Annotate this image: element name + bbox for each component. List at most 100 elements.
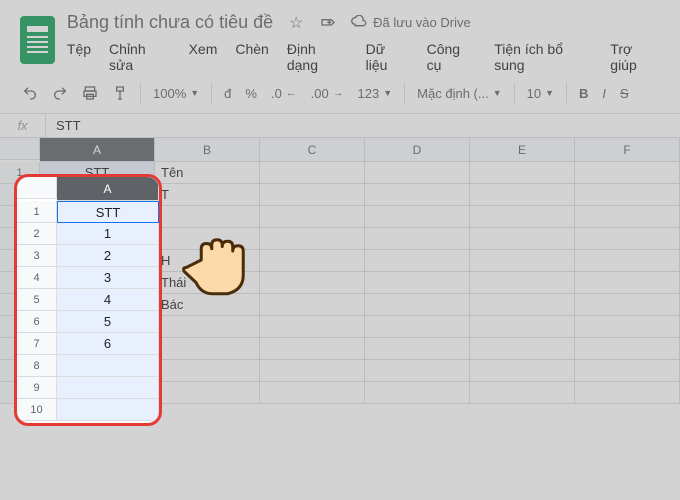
cell[interactable] bbox=[155, 316, 260, 338]
cell[interactable] bbox=[365, 382, 470, 404]
font-select[interactable]: Mặc định (...▼ bbox=[415, 84, 503, 103]
increase-decimal-button[interactable]: .00→ bbox=[309, 84, 346, 103]
cell[interactable] bbox=[470, 162, 575, 184]
cell[interactable] bbox=[575, 206, 680, 228]
cell[interactable]: 1 bbox=[57, 223, 159, 245]
cell[interactable]: 4 bbox=[57, 289, 159, 311]
undo-button[interactable] bbox=[20, 83, 40, 103]
cell[interactable] bbox=[260, 294, 365, 316]
cell[interactable] bbox=[365, 272, 470, 294]
currency-button[interactable]: đ bbox=[222, 84, 233, 103]
row-header[interactable]: 7 bbox=[17, 333, 57, 355]
move-icon[interactable] bbox=[319, 14, 337, 32]
cell[interactable]: H bbox=[155, 250, 260, 272]
cell[interactable] bbox=[57, 377, 159, 399]
cell[interactable] bbox=[365, 338, 470, 360]
cell[interactable]: STT bbox=[57, 201, 159, 223]
cell[interactable] bbox=[365, 316, 470, 338]
cell[interactable] bbox=[575, 316, 680, 338]
col-header-F[interactable]: F bbox=[575, 138, 680, 162]
col-header-A[interactable]: A bbox=[40, 138, 155, 162]
menu-insert[interactable]: Chèn bbox=[235, 41, 268, 73]
cell[interactable] bbox=[575, 272, 680, 294]
select-all-corner[interactable] bbox=[17, 177, 57, 199]
cell[interactable] bbox=[575, 228, 680, 250]
col-header-B[interactable]: B bbox=[155, 138, 260, 162]
cell[interactable]: Thái bbox=[155, 272, 260, 294]
cell[interactable] bbox=[260, 184, 365, 206]
cell[interactable]: Tên bbox=[155, 162, 260, 184]
cell[interactable] bbox=[365, 250, 470, 272]
menu-tools[interactable]: Công cụ bbox=[427, 41, 477, 73]
menu-file[interactable]: Tệp bbox=[67, 41, 91, 73]
cell[interactable] bbox=[470, 184, 575, 206]
cell[interactable] bbox=[470, 338, 575, 360]
col-header-E[interactable]: E bbox=[470, 138, 575, 162]
cell[interactable]: Bác bbox=[155, 294, 260, 316]
cell[interactable] bbox=[575, 184, 680, 206]
number-format-select[interactable]: 123▼ bbox=[356, 84, 395, 103]
italic-button[interactable]: I bbox=[600, 84, 608, 103]
cell[interactable] bbox=[57, 399, 159, 421]
row-header[interactable]: 3 bbox=[17, 245, 57, 267]
cell[interactable] bbox=[575, 250, 680, 272]
star-icon[interactable]: ☆ bbox=[287, 14, 305, 32]
print-button[interactable] bbox=[80, 83, 100, 103]
row-header[interactable]: 1 bbox=[17, 201, 57, 223]
menu-addons[interactable]: Tiện ích bổ sung bbox=[494, 41, 592, 73]
cell[interactable] bbox=[470, 382, 575, 404]
cell[interactable]: 6 bbox=[57, 333, 159, 355]
cell[interactable] bbox=[470, 316, 575, 338]
cell[interactable] bbox=[260, 272, 365, 294]
cell[interactable] bbox=[260, 228, 365, 250]
row-header[interactable]: 4 bbox=[17, 267, 57, 289]
menu-view[interactable]: Xem bbox=[189, 41, 218, 73]
cell[interactable] bbox=[575, 338, 680, 360]
cell[interactable] bbox=[470, 294, 575, 316]
cell[interactable] bbox=[155, 338, 260, 360]
cell[interactable] bbox=[365, 228, 470, 250]
cell[interactable] bbox=[260, 360, 365, 382]
redo-button[interactable] bbox=[50, 83, 70, 103]
cell[interactable] bbox=[365, 206, 470, 228]
cell[interactable]: 3 bbox=[57, 267, 159, 289]
menu-format[interactable]: Định dạng bbox=[287, 41, 348, 73]
col-header-D[interactable]: D bbox=[365, 138, 470, 162]
cell[interactable] bbox=[470, 206, 575, 228]
font-size-select[interactable]: 10▼ bbox=[525, 84, 556, 103]
row-header[interactable]: 8 bbox=[17, 355, 57, 377]
row-header[interactable]: 9 bbox=[17, 377, 57, 399]
percent-button[interactable]: % bbox=[243, 84, 259, 103]
cell[interactable] bbox=[155, 382, 260, 404]
cell[interactable]: 2 bbox=[57, 245, 159, 267]
cell[interactable] bbox=[260, 382, 365, 404]
decrease-decimal-button[interactable]: .0← bbox=[269, 84, 299, 103]
cell[interactable] bbox=[260, 250, 365, 272]
formula-input[interactable]: STT bbox=[46, 114, 91, 137]
paint-format-button[interactable] bbox=[110, 83, 130, 103]
row-header[interactable]: 10 bbox=[17, 399, 57, 421]
row-header[interactable]: 6 bbox=[17, 311, 57, 333]
cell[interactable] bbox=[365, 162, 470, 184]
bold-button[interactable]: B bbox=[577, 84, 590, 103]
select-all-corner[interactable] bbox=[0, 138, 40, 160]
cell[interactable] bbox=[575, 382, 680, 404]
menu-data[interactable]: Dữ liệu bbox=[366, 41, 409, 73]
cell[interactable] bbox=[155, 206, 260, 228]
cell[interactable]: T bbox=[155, 184, 260, 206]
row-header[interactable]: 5 bbox=[17, 289, 57, 311]
cell[interactable] bbox=[470, 360, 575, 382]
cell[interactable] bbox=[365, 184, 470, 206]
zoom-select[interactable]: 100%▼ bbox=[151, 84, 201, 103]
strike-button[interactable]: S bbox=[618, 84, 631, 103]
doc-title[interactable]: Bảng tính chưa có tiêu đề bbox=[67, 12, 273, 33]
cell[interactable] bbox=[470, 250, 575, 272]
cell[interactable] bbox=[470, 272, 575, 294]
cell[interactable] bbox=[365, 294, 470, 316]
col-header-A[interactable]: A bbox=[57, 177, 159, 201]
cell[interactable] bbox=[260, 206, 365, 228]
cell[interactable] bbox=[260, 338, 365, 360]
cell[interactable] bbox=[155, 228, 260, 250]
cell[interactable] bbox=[470, 228, 575, 250]
cell[interactable] bbox=[260, 162, 365, 184]
